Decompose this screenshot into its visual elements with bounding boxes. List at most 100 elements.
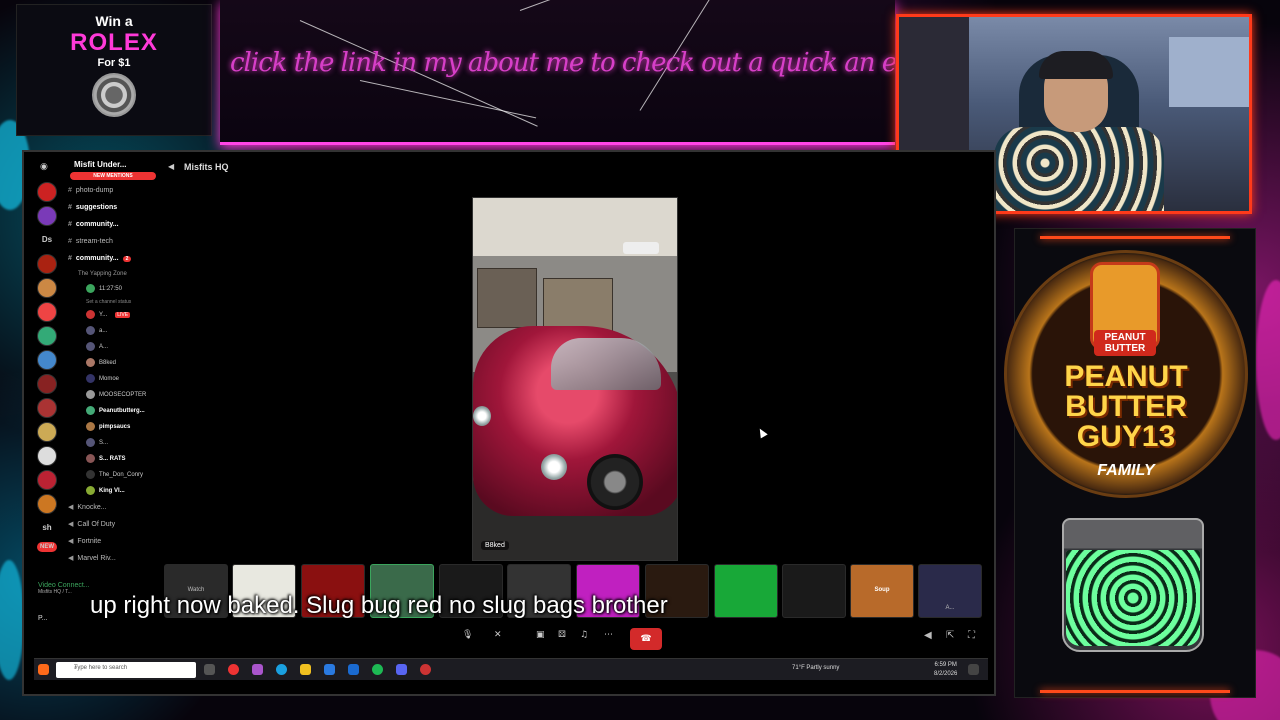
- edge-icon[interactable]: [276, 664, 287, 675]
- promo-price: For $1: [97, 57, 131, 69]
- voice-channel-item[interactable]: ◀ Fortnite: [68, 533, 160, 550]
- voice-user[interactable]: pimpsaucs: [86, 419, 160, 435]
- chrome-icon[interactable]: [228, 664, 239, 675]
- server-icon[interactable]: [37, 326, 57, 346]
- obs-icon[interactable]: [420, 664, 431, 675]
- voice-category[interactable]: The Yapping Zone: [78, 267, 160, 281]
- camera-off-icon[interactable]: ✕: [494, 630, 502, 640]
- spotify-icon[interactable]: [372, 664, 383, 675]
- shared-stream-video[interactable]: B8ked: [472, 197, 678, 561]
- voice-channel-item[interactable]: ◀ Call Of Duty: [68, 516, 160, 533]
- voice-user[interactable]: Momoe: [86, 371, 160, 387]
- voice-user[interactable]: S... RATS: [86, 451, 160, 467]
- speaker-icon: [86, 283, 95, 293]
- car-headlight: [541, 454, 567, 480]
- voice-user[interactable]: MOOSECOPTER: [86, 387, 160, 403]
- activities-icon[interactable]: ⚄: [558, 630, 566, 640]
- voice-user[interactable]: Peanutbutterg...: [86, 403, 160, 419]
- server-ds[interactable]: Ds: [37, 230, 57, 250]
- voice-channel-label: Knocke...: [77, 504, 107, 511]
- server-icon[interactable]: [37, 398, 57, 418]
- microphone-icon[interactable]: 🎙: [462, 630, 473, 640]
- hash-icon: #: [68, 221, 72, 228]
- hang-up-button[interactable]: ☎: [630, 628, 662, 650]
- start-icon[interactable]: [38, 664, 49, 675]
- speaker-icon: ◀: [68, 538, 74, 545]
- server-icon[interactable]: [37, 446, 57, 466]
- file-explorer-icon[interactable]: [300, 664, 311, 675]
- fullscreen-icon[interactable]: ⛶: [968, 630, 975, 641]
- voice-user-name: Momoe: [99, 376, 120, 382]
- voice-user-name: pimpsaucs: [99, 424, 131, 430]
- voice-channel-status[interactable]: Set a channel status: [86, 297, 160, 307]
- voice-user[interactable]: A...: [86, 339, 160, 355]
- search-placeholder: Type here to search: [74, 665, 128, 671]
- server-icon[interactable]: [37, 206, 57, 226]
- soundboard-icon[interactable]: ♫: [580, 630, 588, 640]
- participant-label: A...: [945, 605, 955, 611]
- discord-taskbar-icon[interactable]: [396, 664, 407, 675]
- channel-item[interactable]: # community...: [68, 216, 160, 233]
- new-mentions-badge[interactable]: NEW MENTIONS: [70, 172, 156, 180]
- voice-user-name: S... RATS: [99, 456, 126, 462]
- channel-item[interactable]: # community... 2: [68, 250, 160, 267]
- rolex-promo[interactable]: Win a ROLEX For $1: [16, 4, 212, 136]
- stream-user-tag: B8ked: [481, 541, 509, 550]
- server-icon[interactable]: [37, 494, 57, 514]
- server-icon[interactable]: [37, 350, 57, 370]
- server-name[interactable]: Misfit Under...: [74, 160, 160, 169]
- avatar: [86, 325, 95, 335]
- channel-item[interactable]: # photo-dump: [68, 182, 160, 199]
- taskbar-search[interactable]: ⌕ Type here to search: [56, 662, 196, 678]
- server-icon[interactable]: [37, 374, 57, 394]
- notification-icon[interactable]: [968, 664, 979, 675]
- server-icon[interactable]: [37, 278, 57, 298]
- voice-user[interactable]: a...: [86, 323, 160, 339]
- server-icon[interactable]: [37, 422, 57, 442]
- clock[interactable]: 6:59 PM 8/2/2026: [934, 661, 957, 679]
- server-icon[interactable]: [37, 254, 57, 274]
- mention-badge: 2: [122, 256, 132, 262]
- participant-tile[interactable]: A...: [918, 564, 982, 618]
- popout-icon[interactable]: ⇱: [946, 630, 954, 641]
- channel-label: community...: [75, 255, 119, 262]
- more-icon[interactable]: ⋯: [604, 630, 613, 640]
- server-sh[interactable]: sh: [37, 518, 57, 538]
- discord-icon[interactable]: ◉: [40, 162, 48, 172]
- voice-user-name: Y...: [99, 312, 108, 318]
- voice-user[interactable]: S...: [86, 435, 160, 451]
- avatar: [86, 405, 95, 415]
- volume-icon[interactable]: ◀: [924, 630, 932, 641]
- task-view-icon[interactable]: [204, 664, 215, 675]
- voice-channel-item[interactable]: ◀ Marvel Riv...: [68, 550, 160, 567]
- server-icon[interactable]: [37, 302, 57, 322]
- hash-icon: #: [68, 187, 72, 194]
- garage-opener: [623, 242, 659, 254]
- speaker-icon: ◀: [68, 504, 74, 511]
- channel-item[interactable]: # suggestions: [68, 199, 160, 216]
- voice-user[interactable]: Y... LIVE: [86, 307, 160, 323]
- avatar: [86, 437, 95, 447]
- voice-user[interactable]: King VI...: [86, 483, 160, 499]
- voice-channel-time-text: 11:27:50: [99, 286, 122, 292]
- voice-channel-item[interactable]: ◀ Knocke...: [68, 499, 160, 516]
- app-icon[interactable]: [252, 664, 263, 675]
- car-window: [551, 338, 661, 390]
- server-icon[interactable]: [37, 470, 57, 490]
- stream-overlay: Win a ROLEX For $1 click the link in my …: [0, 0, 1280, 720]
- voice-channel-label: Fortnite: [77, 538, 102, 545]
- server-icon[interactable]: [37, 182, 57, 202]
- voice-channel-time[interactable]: 11:27:50: [86, 281, 160, 297]
- channel-item[interactable]: # stream-tech: [68, 233, 160, 250]
- screen-share-icon[interactable]: ▣: [536, 630, 545, 640]
- avatar: [86, 341, 95, 351]
- store-icon[interactable]: [324, 664, 335, 675]
- banner-text: click the link in my about me to check o…: [230, 48, 895, 78]
- speaker-icon[interactable]: ◀: [168, 162, 174, 171]
- video-connected-label[interactable]: Video Connect...: [38, 582, 158, 589]
- weather-widget[interactable]: 71°F Partly sunny: [792, 665, 839, 671]
- mail-icon[interactable]: [348, 664, 359, 675]
- hash-icon: #: [68, 255, 72, 262]
- voice-user[interactable]: B8ked: [86, 355, 160, 371]
- voice-user[interactable]: The_Don_Conry: [86, 467, 160, 483]
